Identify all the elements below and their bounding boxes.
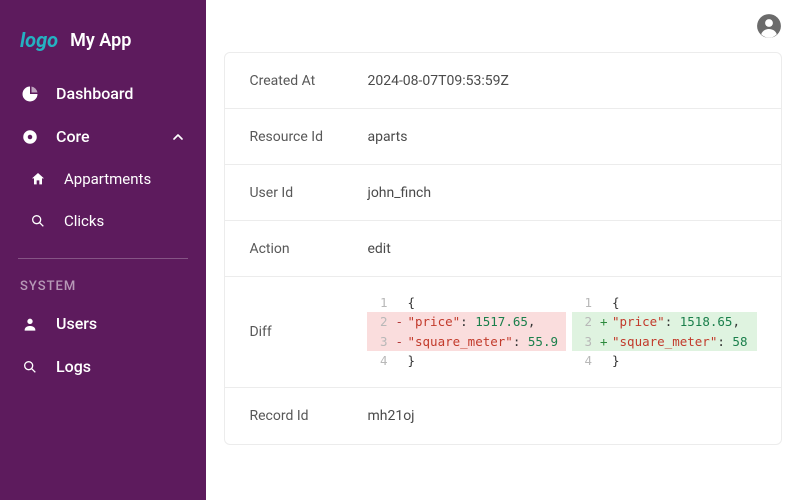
nav-main: Dashboard Core Appartments bbox=[0, 72, 206, 388]
sidebar-item-dashboard[interactable]: Dashboard bbox=[0, 72, 206, 115]
sidebar-item-users[interactable]: Users bbox=[0, 302, 206, 345]
field-value: john_finch bbox=[367, 185, 431, 201]
core-icon bbox=[20, 128, 40, 146]
sidebar-item-label: Clicks bbox=[64, 212, 104, 230]
field-resource-id: Resource Id aparts bbox=[225, 109, 781, 165]
content: Created At 2024-08-07T09:53:59Z Resource… bbox=[206, 52, 800, 500]
sidebar-section-system: SYSTEM bbox=[0, 267, 206, 302]
field-label: Action bbox=[249, 241, 367, 257]
diff-line: 1{ bbox=[367, 293, 566, 312]
account-icon[interactable] bbox=[756, 13, 782, 39]
sidebar-item-logs[interactable]: Logs bbox=[0, 345, 206, 388]
sidebar-item-label: Logs bbox=[56, 357, 91, 376]
field-diff: Diff 1{2-"price": 1517.65,3-"square_mete… bbox=[225, 277, 781, 388]
field-created-at: Created At 2024-08-07T09:53:59Z bbox=[225, 53, 781, 109]
core-subnav: Appartments Clicks bbox=[0, 158, 206, 242]
sidebar-item-label: Core bbox=[56, 127, 90, 146]
field-value: mh21oj bbox=[367, 408, 414, 424]
search-icon bbox=[28, 213, 48, 229]
field-value: 2024-08-07T09:53:59Z bbox=[367, 73, 508, 89]
diff-line: 1{ bbox=[572, 293, 757, 312]
brand: logo My App bbox=[0, 16, 206, 72]
field-record-id: Record Id mh21oj bbox=[225, 388, 781, 444]
diff-line: 4} bbox=[367, 351, 566, 370]
diff-line: 2-"price": 1517.65, bbox=[367, 312, 566, 331]
chevron-up-icon bbox=[170, 129, 186, 145]
field-label: Diff bbox=[249, 324, 367, 340]
user-icon bbox=[20, 316, 40, 332]
sidebar-item-clicks[interactable]: Clicks bbox=[0, 200, 206, 242]
sidebar-item-label: Users bbox=[56, 314, 97, 333]
main: Created At 2024-08-07T09:53:59Z Resource… bbox=[206, 0, 800, 500]
sidebar-item-label: Dashboard bbox=[56, 84, 133, 103]
diff-after-pane: 1{2+"price": 1518.65,3+"square_meter": 5… bbox=[572, 293, 757, 371]
diff-line: 2+"price": 1518.65, bbox=[572, 312, 757, 331]
field-label: User Id bbox=[249, 185, 367, 201]
search-icon bbox=[20, 359, 40, 375]
brand-title: My App bbox=[70, 30, 131, 51]
field-label: Resource Id bbox=[249, 129, 367, 145]
sidebar-item-appartments[interactable]: Appartments bbox=[0, 158, 206, 200]
field-label: Created At bbox=[249, 73, 367, 89]
field-label: Record Id bbox=[249, 408, 367, 424]
detail-card: Created At 2024-08-07T09:53:59Z Resource… bbox=[224, 52, 782, 445]
brand-logo: logo bbox=[20, 28, 58, 52]
home-icon bbox=[28, 171, 48, 187]
field-user-id: User Id john_finch bbox=[225, 165, 781, 221]
sidebar-item-label: Appartments bbox=[64, 170, 151, 188]
diff-line: 3-"square_meter": 55.9 bbox=[367, 332, 566, 351]
diff-line: 3+"square_meter": 58 bbox=[572, 332, 757, 351]
sidebar-item-core[interactable]: Core bbox=[0, 115, 206, 158]
pie-icon bbox=[20, 85, 40, 103]
diff-line: 4} bbox=[572, 351, 757, 370]
topbar bbox=[206, 0, 800, 52]
diff-before-pane: 1{2-"price": 1517.65,3-"square_meter": 5… bbox=[367, 293, 566, 371]
field-action: Action edit bbox=[225, 221, 781, 277]
diff-panes: 1{2-"price": 1517.65,3-"square_meter": 5… bbox=[367, 293, 757, 371]
sidebar-divider bbox=[18, 258, 188, 259]
sidebar: logo My App Dashboard Core bbox=[0, 0, 206, 500]
field-value: edit bbox=[367, 241, 390, 257]
field-value: aparts bbox=[367, 129, 407, 145]
